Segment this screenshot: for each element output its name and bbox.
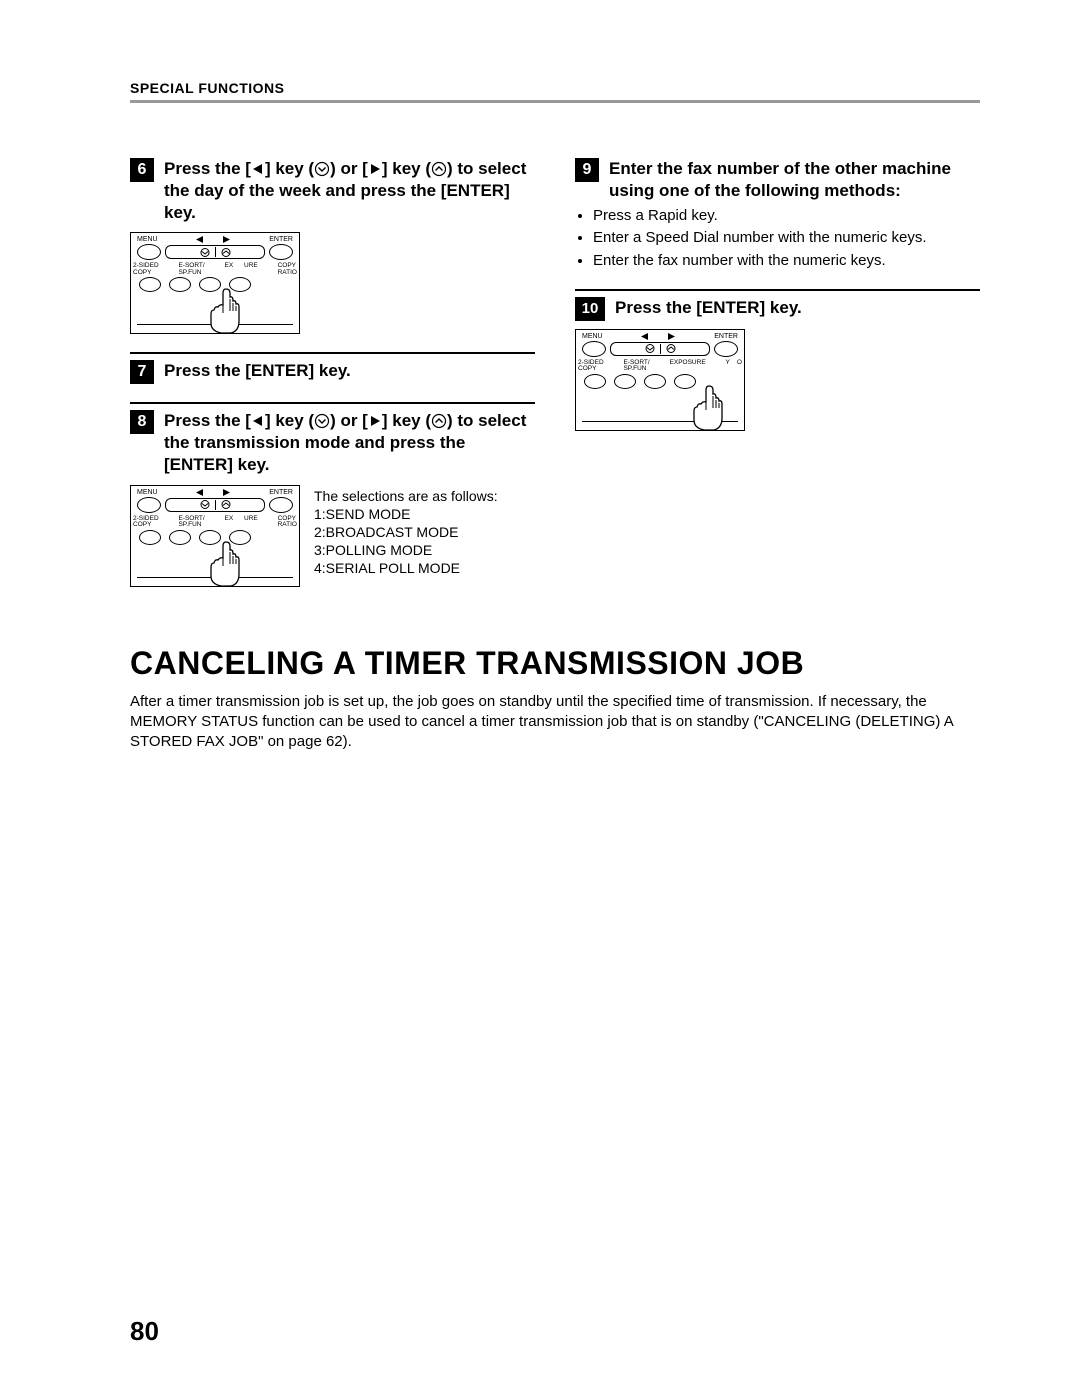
t: ] key ( (382, 159, 431, 178)
step-number-badge: 9 (575, 158, 599, 182)
step-10: 10 Press the [ENTER] key. MENU ENTER 2- (575, 289, 980, 431)
t: ] key ( (265, 159, 314, 178)
bullet: Press a Rapid key. (593, 206, 980, 226)
right-triangle-icon (368, 415, 382, 427)
step-6: 6 Press the [] key () or [] key () to se… (130, 158, 535, 334)
right-triangle-icon (368, 163, 382, 175)
t: ] key ( (382, 411, 431, 430)
step-number-badge: 6 (130, 158, 154, 182)
up-chevron-circle-icon (431, 413, 447, 429)
bullet: Enter the fax number with the numeric ke… (593, 251, 980, 271)
up-chevron-circle-icon (431, 161, 447, 177)
method-bullets: Press a Rapid key. Enter a Speed Dial nu… (575, 206, 980, 271)
left-column: 6 Press the [] key () or [] key () to se… (130, 158, 535, 605)
step-8: 8 Press the [] key () or [] key () to se… (130, 402, 535, 586)
down-chevron-circle-icon (314, 413, 330, 429)
t: Press the [ (164, 159, 251, 178)
left-triangle-icon (251, 163, 265, 175)
t: ] key ( (265, 411, 314, 430)
t: Press the [ (164, 411, 251, 430)
section-header: SPECIAL FUNCTIONS (130, 80, 980, 103)
step-title: Press the [] key () or [] key () to sele… (164, 410, 535, 476)
left-triangle-icon (251, 415, 265, 427)
t: ) or [ (330, 159, 368, 178)
step-7: 7 Press the [ENTER] key. (130, 352, 535, 384)
two-column-layout: 6 Press the [] key () or [] key () to se… (130, 158, 980, 605)
step-number-badge: 7 (130, 360, 154, 384)
t: ) or [ (330, 411, 368, 430)
step-title: Enter the fax number of the other machin… (609, 158, 980, 202)
step-9: 9 Enter the fax number of the other mach… (575, 158, 980, 271)
canceling-heading: CANCELING A TIMER TRANSMISSION JOB (130, 645, 980, 682)
bullet: Enter a Speed Dial number with the numer… (593, 228, 980, 248)
panel-illustration: MENU ENTER 2-SIDED COPY E-SORT/ SP.FUN E… (575, 329, 980, 431)
step-title: Press the [ENTER] key. (615, 297, 802, 319)
page-number: 80 (130, 1316, 159, 1347)
panel-with-caption: MENU ENTER 2-SIDED COPY E-SORT/ SP.FUN E… (130, 485, 535, 587)
panel-illustration: MENU ENTER 2-SIDED COPY E-SORT/ SP.FUN E… (130, 485, 300, 587)
step-title: Press the [] key () or [] key () to sele… (164, 158, 535, 224)
down-chevron-circle-icon (314, 161, 330, 177)
step-title: Press the [ENTER] key. (164, 360, 351, 382)
panel-illustration: MENU ENTER 2-SIDED COPY E-SORT/ SP.FUN E… (130, 232, 535, 334)
mode-list-caption: The selections are as follows:1:SEND MOD… (314, 485, 498, 578)
step-number-badge: 10 (575, 297, 605, 321)
canceling-paragraph: After a timer transmission job is set up… (130, 692, 980, 753)
right-column: 9 Enter the fax number of the other mach… (575, 158, 980, 605)
step-number-badge: 8 (130, 410, 154, 434)
